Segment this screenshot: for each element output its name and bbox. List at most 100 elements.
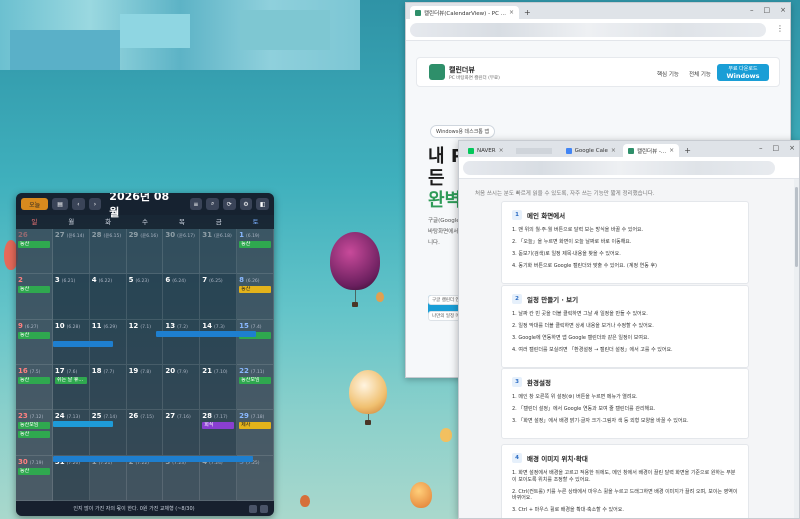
event-bar[interactable]	[156, 331, 256, 337]
day-cell[interactable]: 20 (7.9)	[163, 364, 201, 411]
event-chip[interactable]: 등산모임	[18, 422, 50, 430]
day-cell[interactable]: 13 (7.2)	[163, 319, 201, 365]
event-bar[interactable]	[53, 456, 253, 462]
event-chip[interactable]: 등산	[18, 286, 50, 294]
day-cell[interactable]: 17 (7.6) 쉬는 날 휴...	[52, 364, 90, 411]
scrollbar[interactable]	[794, 179, 799, 518]
day-cell[interactable]: 27 (7.16)	[163, 410, 201, 456]
day-cell[interactable]: 26 (7.15)	[126, 410, 164, 456]
day-cell[interactable]: 31 (윤6.18)	[200, 229, 238, 275]
day-cell[interactable]: 6 (6.24)	[163, 274, 201, 320]
footer-button[interactable]	[260, 504, 268, 513]
event-chip[interactable]: 등산	[18, 331, 50, 339]
day-cell[interactable]: 3(7.23)	[163, 455, 201, 501]
tab-google-calendar[interactable]: Google Cale ×	[561, 144, 621, 157]
day-cell[interactable]: 1(7.21)	[89, 455, 127, 501]
day-cell[interactable]: 21 (7.10)	[200, 364, 238, 411]
tab-calendarview[interactable]: 캘린더뷰(CalendarView) - PC ... ×	[410, 6, 519, 19]
day-cell[interactable]: 16 (7.5) 등산	[16, 364, 53, 411]
event-bar[interactable]	[53, 341, 113, 347]
day-cell[interactable]: 9 (6.27) 등산	[16, 319, 53, 365]
event-chip[interactable]: 쉬는 날 휴...	[54, 376, 87, 384]
event-chip[interactable]: 회식	[202, 422, 235, 430]
google-calendar-icon	[565, 147, 572, 154]
close-window-button[interactable]: ×	[789, 144, 795, 152]
nav-all-features[interactable]: 전체 기능	[689, 70, 711, 78]
event-chip[interactable]: 등산	[18, 241, 50, 248]
day-cell[interactable]: 3 (6.21)	[52, 274, 90, 320]
maximize-button[interactable]: □	[773, 144, 780, 152]
maximize-button[interactable]: □	[764, 6, 771, 14]
close-tab-icon[interactable]: ×	[611, 147, 616, 154]
day-cell[interactable]: 18 (7.7)	[89, 364, 127, 411]
today-button[interactable]: 오늘	[21, 198, 49, 210]
day-number: 6	[165, 276, 171, 285]
address-bar[interactable]	[459, 157, 799, 179]
close-tab-icon[interactable]: ×	[509, 9, 514, 16]
event-chip[interactable]: 등산	[18, 467, 50, 475]
event-chip[interactable]: 등산모임	[239, 376, 271, 384]
event-chip[interactable]: 등산	[239, 286, 271, 294]
day-cell[interactable]: 28 (윤6.15)	[89, 229, 127, 275]
download-windows-button[interactable]: 무료 다운로드 Windows	[717, 64, 769, 81]
view-toggle-button[interactable]: ▤	[52, 198, 68, 210]
day-cell[interactable]: 22 (7.11) 등산모임	[237, 364, 274, 411]
day-cell[interactable]: 30 (윤6.17)	[163, 229, 201, 275]
day-cell[interactable]: 27 (윤6.14)	[52, 229, 90, 275]
tab-naver[interactable]: NAVER ×	[463, 144, 509, 157]
close-tab-icon[interactable]: ×	[499, 147, 504, 154]
footer-button[interactable]	[249, 504, 257, 513]
minimize-button[interactable]: –	[750, 6, 754, 14]
day-cell[interactable]: 5(7.25)	[237, 455, 274, 501]
day-cell[interactable]: 14 (7.3)	[200, 319, 238, 365]
new-tab-button[interactable]: +	[684, 144, 691, 157]
day-cell[interactable]: 19 (7.8)	[126, 364, 164, 411]
day-cell[interactable]: 23 (7.12) 등산모임 등산	[16, 410, 53, 456]
next-month-button[interactable]: ›	[88, 198, 102, 210]
event-chip[interactable]: 등산	[18, 376, 50, 384]
tab-calendarview-help[interactable]: 캘린더뷰 -... ×	[622, 144, 680, 157]
sync-icon[interactable]: ⟳	[222, 198, 236, 210]
scrollbar-thumb[interactable]	[795, 187, 798, 267]
day-cell[interactable]: 2 등산	[16, 274, 53, 320]
day-cell[interactable]: 12 (7.1)	[126, 319, 164, 365]
event-chip[interactable]: 제사	[239, 422, 271, 430]
day-cell[interactable]: 4 (6.22)	[89, 274, 127, 320]
minimize-button[interactable]: –	[759, 144, 763, 152]
day-number: 28	[202, 412, 213, 421]
event-chip[interactable]: 등산	[18, 431, 50, 439]
lunar-date: (7.5)	[29, 369, 41, 375]
day-cell[interactable]: 15(7.4)광복절	[237, 319, 274, 365]
menu-icon[interactable]: ≡	[189, 198, 203, 210]
day-cell[interactable]: 26 등산	[16, 229, 53, 275]
day-cell[interactable]: 30 (7.19) 등산	[16, 455, 53, 501]
search-icon[interactable]: ⌕	[206, 198, 219, 210]
kebab-menu-icon[interactable]: ⋮	[776, 24, 784, 33]
close-tab-icon[interactable]: ×	[669, 147, 674, 154]
day-cell[interactable]: 2(7.22)	[126, 455, 164, 501]
day-cell[interactable]: 5 (6.23)	[126, 274, 164, 320]
day-cell[interactable]: 1 (6.19) 등산	[237, 229, 274, 275]
close-window-button[interactable]: ×	[780, 6, 786, 14]
instruction-item: 4. 동기화 버튼으로 Google 캘린더와 맞출 수 있어요. (계정 연동…	[512, 263, 657, 269]
day-cell[interactable]: 31(7.20)	[52, 455, 90, 501]
event-bar[interactable]	[53, 421, 113, 427]
day-cell[interactable]: 24 (7.13)	[52, 410, 90, 456]
nav-core-features[interactable]: 핵심 기능	[657, 70, 679, 78]
day-cell[interactable]: 7 (6.25)	[200, 274, 238, 320]
address-bar[interactable]: ⋮	[406, 19, 790, 41]
settings-icon[interactable]: ⚙	[239, 198, 253, 210]
new-tab-button[interactable]: +	[524, 6, 531, 19]
day-cell[interactable]: 4(7.24)	[200, 455, 238, 501]
tab-blurred[interactable]	[511, 144, 559, 157]
day-cell[interactable]: 29 (7.18) 제사	[237, 410, 274, 456]
day-cell[interactable]: 25 (7.14)	[89, 410, 127, 456]
prev-month-button[interactable]: ‹	[71, 198, 85, 210]
lunar-date: (6.25)	[209, 279, 223, 285]
day-cell[interactable]: 28 (7.17) 회식	[200, 410, 238, 456]
event-chip[interactable]: 등산	[239, 241, 271, 248]
day-cell[interactable]: 8 (6.26) 등산	[237, 274, 274, 320]
day-cell[interactable]: 29 (윤6.16)	[126, 229, 164, 275]
cta-label: Windows	[726, 72, 760, 80]
layout-icon[interactable]: ◧	[256, 198, 270, 210]
